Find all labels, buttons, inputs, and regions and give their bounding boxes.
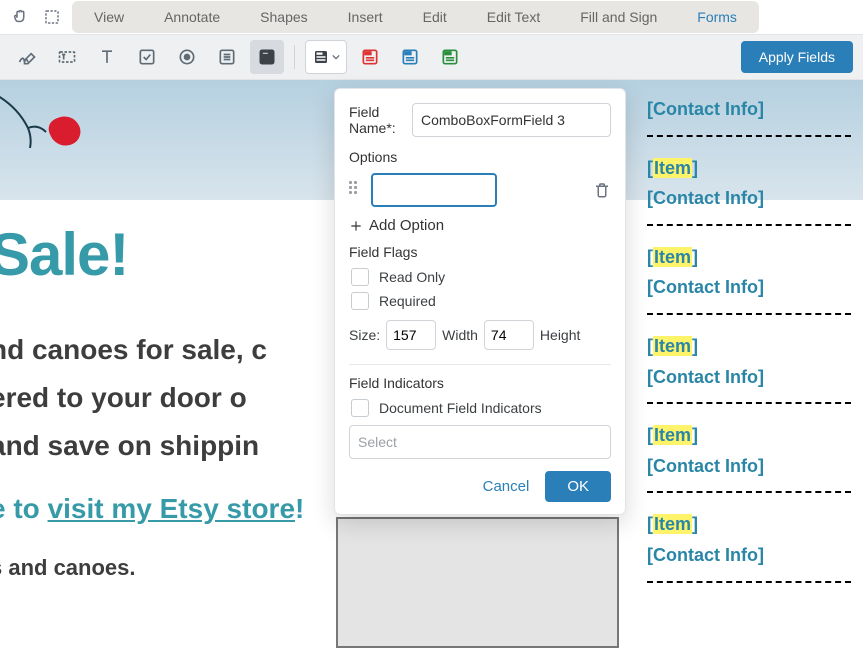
red-form-icon[interactable] — [353, 40, 387, 74]
contact-info-placeholder: [Contact Info] — [647, 183, 851, 214]
select-icon[interactable] — [38, 4, 66, 30]
placeholder-block: [Contact Info] — [647, 90, 851, 137]
tab-fill-sign[interactable]: Fill and Sign — [560, 3, 677, 31]
ok-button[interactable]: OK — [545, 471, 611, 502]
field-name-label: Field Name*: — [349, 104, 402, 136]
field-name-input[interactable] — [412, 103, 611, 137]
list-field-icon[interactable] — [210, 40, 244, 74]
combobox-field-placeholder[interactable] — [336, 517, 619, 648]
tab-insert[interactable]: Insert — [328, 3, 403, 31]
text-field-icon[interactable] — [50, 40, 84, 74]
checkbox-field-icon[interactable] — [130, 40, 164, 74]
trash-icon[interactable] — [593, 181, 611, 199]
item-placeholder: [Item] — [647, 242, 851, 273]
contact-info-placeholder: [Contact Info] — [647, 540, 851, 571]
contact-info-placeholder: [Contact Info] — [647, 94, 851, 125]
height-input[interactable] — [484, 320, 534, 350]
cancel-button[interactable]: Cancel — [483, 478, 530, 495]
etsy-link[interactable]: visit my Etsy store — [48, 493, 295, 524]
add-option-button[interactable]: Add Option — [349, 217, 611, 234]
required-label: Required — [379, 293, 436, 309]
contact-info-placeholder: [Contact Info] — [647, 272, 851, 303]
field-indicators-label: Field Indicators — [349, 375, 611, 391]
tab-forms[interactable]: Forms — [677, 3, 757, 31]
combobox-field-icon[interactable] — [250, 40, 284, 74]
contact-info-placeholder: [Contact Info] — [647, 362, 851, 393]
readonly-label: Read Only — [379, 269, 445, 285]
options-label: Options — [349, 149, 611, 165]
form-type-dropdown[interactable] — [305, 40, 347, 74]
blue-form-icon[interactable] — [393, 40, 427, 74]
toolbar-separator — [294, 45, 295, 69]
apply-fields-button[interactable]: Apply Fields — [741, 41, 853, 73]
drag-handle-icon[interactable] — [349, 181, 363, 199]
green-form-icon[interactable] — [433, 40, 467, 74]
doc-indicators-label: Document Field Indicators — [379, 400, 542, 416]
size-label: Size: — [349, 327, 380, 343]
placeholder-block: [Item] [Contact Info] — [647, 149, 851, 226]
placeholder-block: [Item] [Contact Info] — [647, 416, 851, 493]
signature-field-icon[interactable] — [10, 40, 44, 74]
placeholder-block: [Item] [Contact Info] — [647, 238, 851, 315]
contact-info-placeholder: [Contact Info] — [647, 451, 851, 482]
width-label: Width — [442, 327, 478, 343]
doc-indicators-checkbox[interactable] — [351, 399, 369, 417]
item-placeholder: [Item] — [647, 420, 851, 451]
link-suffix: ! — [295, 493, 304, 524]
item-placeholder: [Item] — [647, 509, 851, 540]
height-label: Height — [540, 327, 580, 343]
placeholder-block: [Item] [Contact Info] — [647, 327, 851, 404]
menu-tabs: View Annotate Shapes Insert Edit Edit Te… — [72, 1, 759, 33]
add-option-label: Add Option — [369, 217, 444, 234]
tab-edit-text[interactable]: Edit Text — [467, 3, 560, 31]
plus-icon — [349, 219, 363, 233]
required-checkbox[interactable] — [351, 292, 369, 310]
radio-field-icon[interactable] — [170, 40, 204, 74]
tab-view[interactable]: View — [74, 3, 144, 31]
indicator-select[interactable]: Select — [349, 425, 611, 459]
link-prefix: e to — [0, 493, 48, 524]
item-placeholder: [Item] — [647, 153, 851, 184]
tab-shapes[interactable]: Shapes — [240, 3, 327, 31]
option-input[interactable] — [371, 173, 497, 207]
placeholder-block: [Item] [Contact Info] — [647, 505, 851, 582]
field-flags-label: Field Flags — [349, 244, 611, 260]
readonly-checkbox[interactable] — [351, 268, 369, 286]
tab-annotate[interactable]: Annotate — [144, 3, 240, 31]
width-input[interactable] — [386, 320, 436, 350]
text-icon[interactable] — [90, 40, 124, 74]
hand-icon[interactable] — [6, 4, 34, 30]
tab-edit[interactable]: Edit — [403, 3, 467, 31]
field-properties-panel: Field Name*: Options Add Option Field Fl… — [334, 88, 626, 515]
chevron-down-icon — [332, 53, 340, 61]
item-placeholder: [Item] — [647, 331, 851, 362]
